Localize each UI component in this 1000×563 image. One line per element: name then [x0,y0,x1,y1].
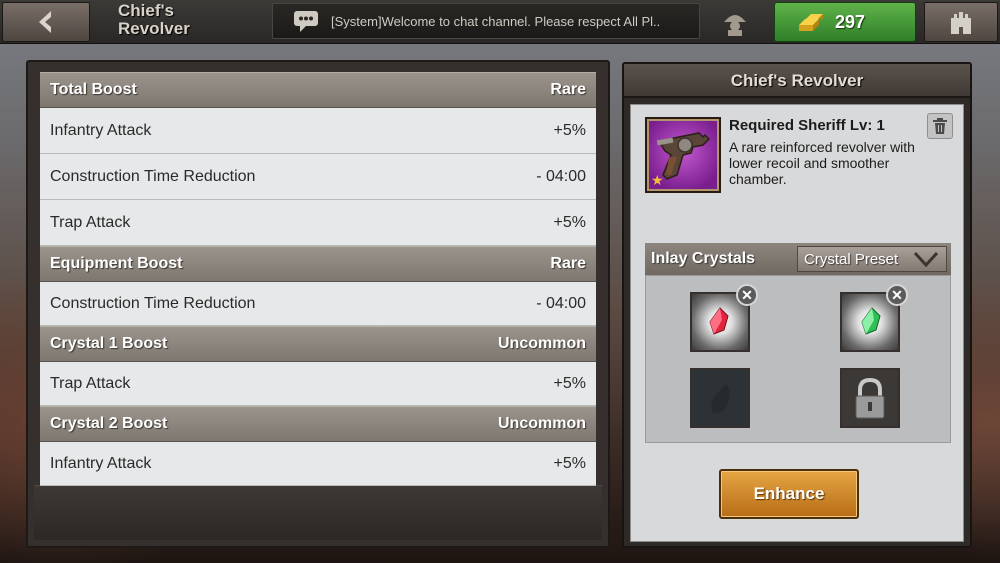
crystal-preset-dropdown[interactable]: Crystal Preset [797,246,947,272]
castle-icon [951,12,971,34]
section-header-crystal-1-boost: Crystal 1 Boost Uncommon [40,326,596,362]
boost-value: - 04:00 [536,167,586,185]
enhance-button[interactable]: Enhance [719,469,859,519]
boost-list[interactable]: Total Boost Rare Infantry Attack +5% Con… [40,72,596,486]
boost-name: Construction Time Reduction [50,167,256,185]
lock-icon [855,377,885,419]
boost-name: Construction Time Reduction [50,294,256,312]
empty-slot-icon [711,384,730,414]
item-description: A rare reinforced revolver with lower re… [729,139,915,187]
top-bar: Chief's Revolver [System]Welcome to chat… [0,0,1000,44]
gold-button[interactable]: 297 [774,2,916,42]
boost-row: Construction Time Reduction - 04:00 [40,282,596,326]
sheriff-icon[interactable] [716,6,754,38]
arrow-left-icon [39,11,51,33]
boost-name: Trap Attack [50,374,131,392]
boost-value: +5% [553,454,586,472]
gold-amount: 297 [835,11,866,32]
boost-row: Trap Attack +5% [40,362,596,406]
boost-row: Construction Time Reduction - 04:00 [40,154,596,200]
castle-button[interactable] [924,2,998,42]
remove-crystal-button[interactable]: ✕ [886,284,908,306]
section-header-total-boost: Total Boost Rare [40,72,596,108]
item-detail-panel: Chief's Revolver ★ Required Sheriff Lv: … [622,62,972,548]
section-label: Equipment Boost [50,255,183,272]
required-level: Required Sheriff Lv: 1 [729,117,885,134]
crystal-slot-4[interactable] [840,368,900,428]
boost-row: Trap Attack +5% [40,200,596,246]
boost-value: - 04:00 [536,294,586,312]
trash-icon [933,118,947,134]
boost-value: +5% [553,213,586,231]
section-header-equipment-boost: Equipment Boost Rare [40,246,596,282]
inlay-crystals-bar: Inlay Crystals Crystal Preset [645,243,951,275]
section-label: Crystal 2 Boost [50,415,168,432]
section-header-crystal-2-boost: Crystal 2 Boost Uncommon [40,406,596,442]
rarity-label: Uncommon [498,415,586,432]
boost-row: Infantry Attack +5% [40,108,596,154]
boost-value: +5% [553,121,586,139]
section-label: Total Boost [50,81,137,98]
remove-crystal-button[interactable]: ✕ [736,284,758,306]
crystal-slot-grid: ✕ ✕ [645,275,951,443]
rarity-label: Uncommon [498,335,586,352]
gold-bars-icon [799,14,823,31]
boost-row: Infantry Attack +5% [40,442,596,486]
item-detail-body: ★ Required Sheriff Lv: 1 A rare reinforc… [630,104,964,542]
section-label: Crystal 1 Boost [50,335,168,352]
boost-name: Trap Attack [50,213,131,231]
crystal-slot-3[interactable] [690,368,750,428]
dismantle-button[interactable] [927,113,953,139]
boost-value: +5% [553,374,586,392]
boost-panel: Total Boost Rare Infantry Attack +5% Con… [26,60,610,548]
boost-name: Infantry Attack [50,454,152,472]
inlay-crystals-label: Inlay Crystals [651,250,756,267]
boost-name: Infantry Attack [50,121,152,139]
back-button[interactable] [2,2,90,42]
rarity-label: Rare [550,255,586,272]
chat-bubble-icon [289,7,323,35]
chat-message: [System]Welcome to chat channel. Please … [331,13,661,29]
chat-bar[interactable]: [System]Welcome to chat channel. Please … [272,3,700,39]
crystal-preset-label: Crystal Preset [804,250,899,268]
revolver-icon[interactable]: ★ [645,117,721,193]
rarity-label: Rare [550,81,586,98]
chevron-down-icon [913,251,939,268]
crystal-slot-1[interactable]: ✕ [690,284,758,352]
crystal-slot-2[interactable]: ✕ [840,284,908,352]
page-title: Chief's Revolver [118,1,190,38]
item-panel-title: Chief's Revolver [624,64,970,98]
star-icon: ★ [651,172,664,188]
